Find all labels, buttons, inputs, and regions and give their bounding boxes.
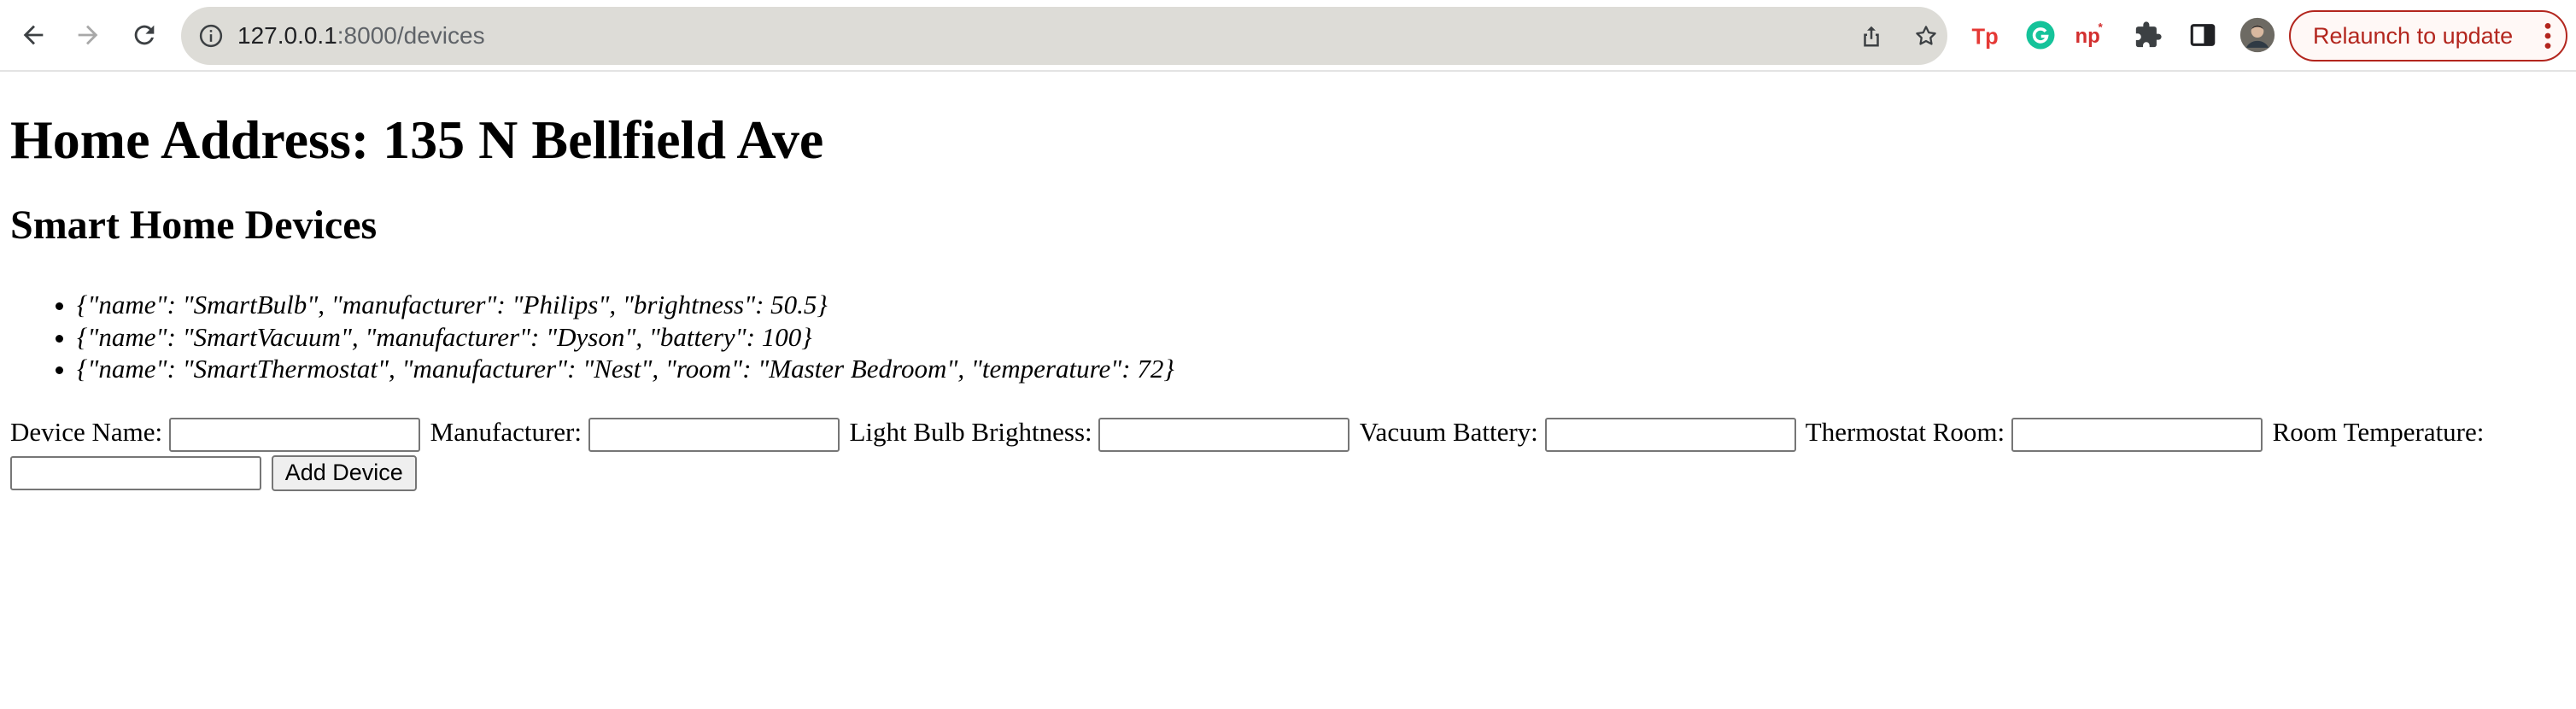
brightness-label: Light Bulb Brightness: [849,417,1092,447]
side-panel-icon[interactable] [2185,17,2221,53]
back-button[interactable] [14,15,53,55]
add-device-button[interactable]: Add Device [271,454,417,491]
section-heading: Smart Home Devices [10,202,378,248]
tp-extension-icon[interactable]: Tp [1968,17,2004,53]
address-bar[interactable]: 127.0.0.1:8000/devices [181,7,1947,65]
arrow-right-icon [78,25,98,45]
more-menu-icon[interactable] [2542,22,2554,50]
thermostat-room-input[interactable] [2011,417,2263,452]
browser-toolbar: 127.0.0.1:8000/devices Tp np * Relaunch … [0,0,2576,72]
list-item: {"name": "SmartThermostat", "manufacture… [77,353,1174,385]
thermostat-room-label: Thermostat Room: [1805,417,2005,447]
site-info-icon[interactable] [198,23,224,49]
svg-text:*: * [2099,21,2104,34]
svg-text:np: np [2075,25,2100,48]
svg-text:Tp: Tp [1972,26,1999,50]
brightness-input[interactable] [1098,417,1350,452]
room-temperature-label: Room Temperature: [2272,417,2485,447]
device-name-label: Device Name: [10,417,163,447]
arrow-left-icon [23,25,44,45]
profile-avatar[interactable] [2239,17,2275,53]
device-name-input[interactable] [168,417,420,452]
manufacturer-label: Manufacturer: [430,417,582,447]
grammarly-icon[interactable] [2023,17,2058,53]
forward-button[interactable] [68,15,108,55]
device-list: {"name": "SmartBulb", "manufacturer": "P… [10,289,1174,385]
relaunch-to-update-button[interactable]: Relaunch to update [2289,10,2567,62]
url-path: :8000/devices [337,22,485,49]
battery-input[interactable] [1544,417,1796,452]
room-temperature-input[interactable] [10,455,261,490]
relaunch-label: Relaunch to update [2313,23,2514,49]
list-item: {"name": "SmartBulb", "manufacturer": "P… [77,289,1174,321]
url-host: 127.0.0.1 [237,22,337,49]
add-device-form: Device Name: Manufacturer: Light Bulb Br… [10,413,2538,491]
manufacturer-input[interactable] [588,417,840,452]
battery-label: Vacuum Battery: [1359,417,1538,447]
bookmark-star-icon[interactable] [1913,23,1939,49]
puzzle-icon[interactable] [2130,17,2166,53]
url-text[interactable]: 127.0.0.1:8000/devices [237,7,485,65]
list-item: {"name": "SmartVacuum", "manufacturer": … [77,321,1174,354]
reload-icon [134,25,155,45]
page-title: Home Address: 135 N Bellfield Ave [10,109,824,170]
reload-button[interactable] [125,15,164,55]
np-extension-icon[interactable]: np * [2074,17,2110,53]
share-icon[interactable] [1859,23,1884,49]
